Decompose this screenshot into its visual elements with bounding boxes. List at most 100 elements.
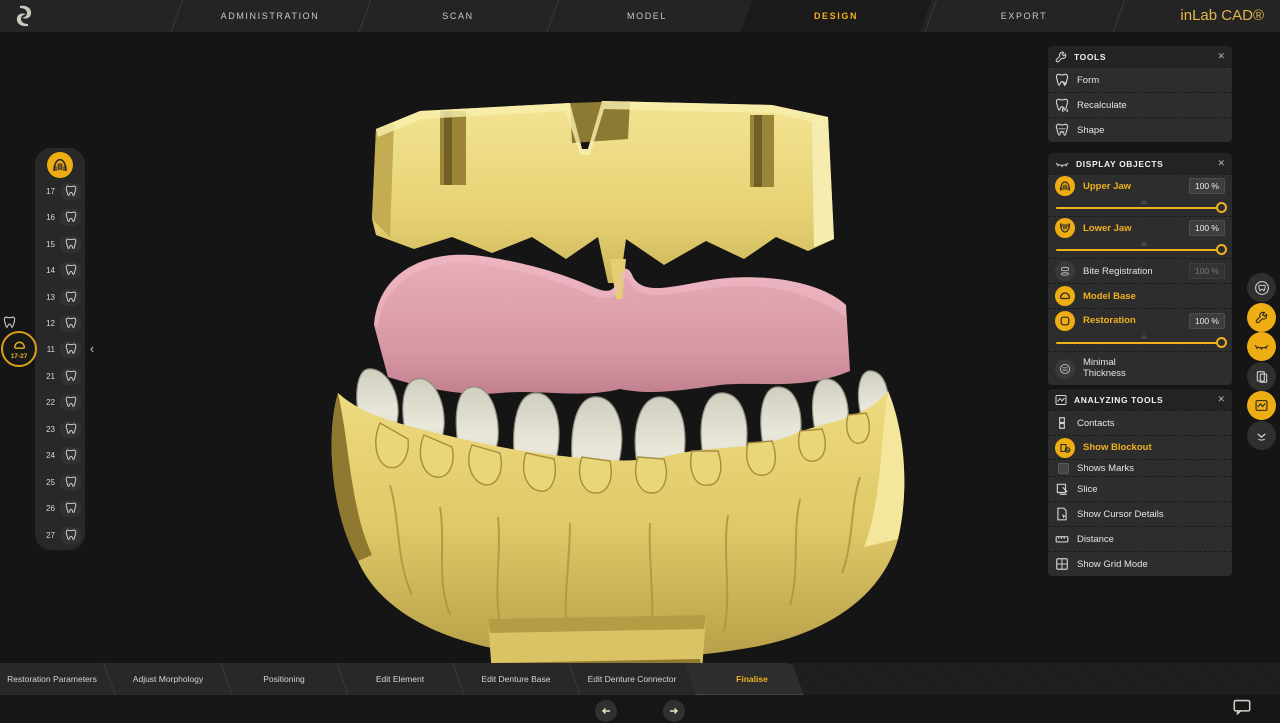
- previous-step-button[interactable]: [595, 700, 617, 722]
- tooth-number: 21: [46, 371, 55, 381]
- tooth-number: 22: [46, 397, 55, 407]
- crown-icon: [60, 182, 81, 200]
- wrench-icon: [1255, 311, 1268, 324]
- next-step-button[interactable]: [663, 700, 685, 722]
- slider-handle[interactable]: [1216, 202, 1227, 213]
- close-icon[interactable]: ✕: [1217, 394, 1225, 405]
- analyze-label: Slice: [1077, 483, 1098, 495]
- chevron-down-icon: [1255, 429, 1268, 442]
- cursor-details-icon: [1055, 507, 1069, 521]
- step-edit-denture-connector[interactable]: Edit Denture Connector: [587, 663, 677, 695]
- tooth-number: 27: [46, 530, 55, 540]
- analyze-label: Contacts: [1077, 417, 1115, 429]
- tab-export[interactable]: EXPORT: [1001, 0, 1047, 32]
- tab-model[interactable]: MODEL: [627, 0, 667, 32]
- step-adjust-morphology[interactable]: Adjust Morphology: [123, 663, 213, 695]
- eye-icon: [1055, 159, 1069, 169]
- display-lower-jaw[interactable]: Lower Jaw 100 %: [1048, 216, 1232, 239]
- tooth-item-16[interactable]: 16: [35, 206, 85, 228]
- tooth-number: 13: [46, 292, 55, 302]
- app-brand: inLab CAD®: [1180, 7, 1264, 24]
- tooth-number: 24: [46, 450, 55, 460]
- step-edit-denture-base[interactable]: Edit Denture Base: [471, 663, 561, 695]
- tooth-item-26[interactable]: 26: [35, 497, 85, 519]
- display-objects-header: DISPLAY OBJECTS ✕: [1048, 153, 1232, 174]
- tooth-item-21[interactable]: 21: [35, 365, 85, 387]
- tooth-item-15[interactable]: 15: [35, 233, 85, 255]
- step-positioning[interactable]: Positioning: [239, 663, 329, 695]
- analyzing-tools-toggle[interactable]: [1247, 391, 1276, 420]
- analyze-contacts[interactable]: Contacts: [1048, 410, 1232, 435]
- display-bite-registration[interactable]: Bite Registration 100 %: [1048, 258, 1232, 283]
- app-window: ADMINISTRATION SCAN MODEL DESIGN EXPORT …: [0, 0, 1280, 723]
- panel-title: TOOLS: [1074, 51, 1107, 62]
- tool-recalculate[interactable]: Recalculate: [1048, 92, 1232, 117]
- analyze-label: Show Blockout: [1083, 442, 1152, 453]
- arrow-left-icon: [600, 705, 612, 717]
- tab-administration[interactable]: ADMINISTRATION: [221, 0, 320, 32]
- tooth-number: 25: [46, 477, 55, 487]
- tools-panel-toggle[interactable]: [1247, 303, 1276, 332]
- analyze-distance[interactable]: Distance: [1048, 526, 1232, 551]
- tooth-item-12[interactable]: 12: [35, 312, 85, 334]
- opacity-value[interactable]: 100 %: [1188, 312, 1225, 329]
- display-model-base[interactable]: Model Base: [1048, 283, 1232, 308]
- slider-handle[interactable]: [1216, 244, 1227, 255]
- upper-jaw-opacity-slider[interactable]: [1048, 197, 1232, 216]
- analyze-show-grid-mode[interactable]: Show Grid Mode: [1048, 551, 1232, 576]
- eye-icon: [1254, 341, 1269, 352]
- restoration-opacity-slider[interactable]: [1048, 332, 1232, 351]
- slider-handle[interactable]: [1216, 337, 1227, 348]
- analyze-shows-marks[interactable]: Shows Marks: [1048, 459, 1232, 476]
- tooth-number: 23: [46, 424, 55, 434]
- range-label: 17-27: [10, 352, 28, 360]
- tooth-item-24[interactable]: 24: [35, 444, 85, 466]
- crown-icon: [60, 340, 81, 358]
- lower-jaw-opacity-slider[interactable]: [1048, 239, 1232, 258]
- show-blockout-icon: [1055, 437, 1075, 458]
- documentation-toggle[interactable]: [1247, 362, 1276, 391]
- close-icon[interactable]: ✕: [1217, 158, 1225, 169]
- analyzing-tools-header: ANALYZING TOOLS ✕: [1048, 389, 1232, 410]
- display-upper-jaw[interactable]: Upper Jaw 100 %: [1048, 174, 1232, 197]
- tooth-item-13[interactable]: 13: [35, 286, 85, 308]
- display-restoration[interactable]: Restoration 100 %: [1048, 308, 1232, 332]
- tooth-item-27[interactable]: 27: [35, 524, 85, 546]
- tooth-item-14[interactable]: 14: [35, 259, 85, 281]
- restoration-view-toggle[interactable]: [1247, 273, 1276, 302]
- tooth-item-17[interactable]: 17: [35, 180, 85, 202]
- sidebar-collapse-button[interactable]: ‹: [85, 337, 99, 361]
- opacity-value[interactable]: 100 %: [1188, 220, 1225, 236]
- step-restoration-parameters[interactable]: Restoration Parameters: [7, 663, 97, 695]
- tooth-item-25[interactable]: 25: [35, 471, 85, 493]
- tool-form[interactable]: Form: [1048, 67, 1232, 92]
- object-label: Upper Jaw: [1083, 180, 1132, 192]
- tooth-item-22[interactable]: 22: [35, 391, 85, 413]
- crown-icon: [60, 367, 81, 385]
- tool-shape[interactable]: Shape: [1048, 117, 1232, 142]
- analyzing-icon: [1055, 394, 1067, 406]
- tooth-item-11[interactable]: 11: [35, 338, 85, 360]
- display-objects-toggle[interactable]: [1247, 332, 1276, 361]
- close-icon[interactable]: ✕: [1217, 51, 1225, 62]
- analyze-label: Show Grid Mode: [1077, 558, 1148, 570]
- collapse-panels-button[interactable]: [1247, 421, 1276, 450]
- jaw-arch-button[interactable]: [47, 152, 73, 178]
- tab-scan[interactable]: SCAN: [442, 0, 473, 32]
- analyze-show-blockout[interactable]: Show Blockout: [1048, 435, 1232, 459]
- step-edit-element[interactable]: Edit Element: [355, 663, 445, 695]
- analyze-slice[interactable]: Slice: [1048, 476, 1232, 501]
- tab-design[interactable]: DESIGN: [814, 0, 858, 32]
- opacity-value[interactable]: 100 %: [1188, 178, 1225, 194]
- shows-marks-checkbox[interactable]: [1058, 462, 1069, 474]
- display-minimal-thickness[interactable]: Minimal Thickness: [1048, 351, 1232, 385]
- restoration-range-badge[interactable]: 17-27: [1, 331, 37, 367]
- step-finalise[interactable]: Finalise: [707, 663, 797, 695]
- tool-label: Shape: [1077, 124, 1105, 136]
- feedback-bubble-icon[interactable]: [1233, 699, 1251, 715]
- restoration-icon: [1055, 310, 1075, 331]
- orbit-tooth-icon: [1254, 280, 1270, 296]
- analyze-show-cursor-details[interactable]: Show Cursor Details: [1048, 501, 1232, 526]
- tooth-item-23[interactable]: 23: [35, 418, 85, 440]
- minimal-thickness-icon: [1055, 358, 1075, 379]
